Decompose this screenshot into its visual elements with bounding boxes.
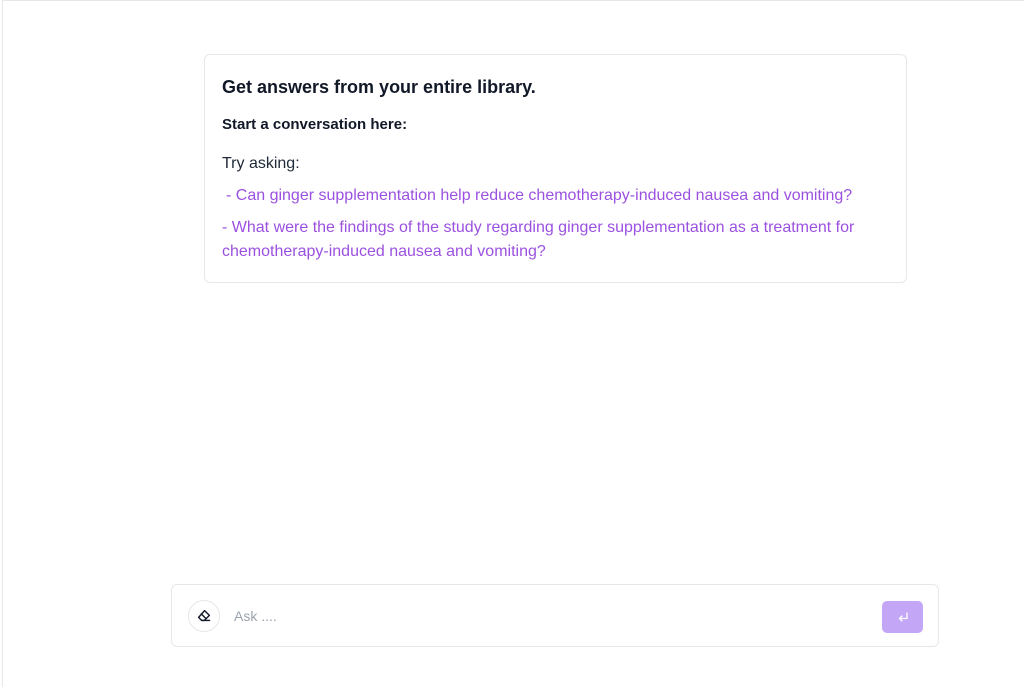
intro-card: Get answers from your entire library. St… <box>204 54 907 283</box>
eraser-icon <box>196 608 212 624</box>
send-button[interactable] <box>882 601 923 633</box>
enter-return-icon <box>896 610 910 624</box>
suggested-question-2[interactable]: - What were the findings of the study re… <box>222 216 889 264</box>
intro-title: Get answers from your entire library. <box>222 77 536 97</box>
chat-input-bar <box>171 584 939 647</box>
chat-panel: Get answers from your entire library. St… <box>2 0 1024 687</box>
suggested-question-1[interactable]: - Can ginger supplementation help reduce… <box>222 184 889 208</box>
clear-chat-button[interactable] <box>188 600 220 632</box>
try-asking-label: Try asking: <box>222 155 300 172</box>
ask-input[interactable] <box>234 603 854 629</box>
intro-subtitle: Start a conversation here: <box>222 116 408 133</box>
